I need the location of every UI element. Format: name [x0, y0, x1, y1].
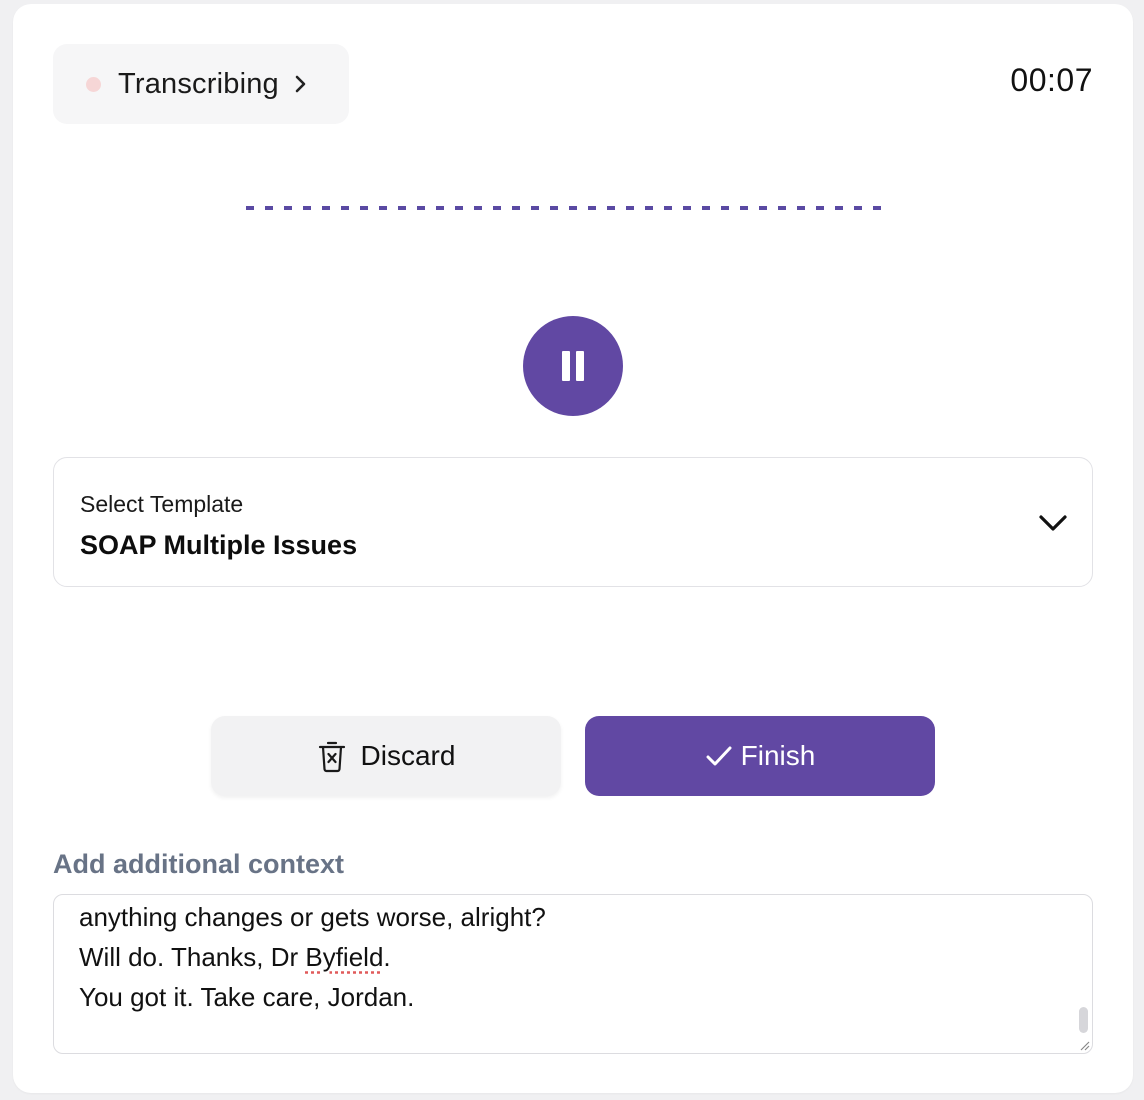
recording-card: Transcribing 00:07 Select Template SOAP …	[13, 4, 1133, 1093]
context-text: anything changes or gets worse, alright?…	[79, 897, 546, 1017]
resize-handle-icon[interactable]	[1075, 1036, 1091, 1052]
textarea-scrollbar[interactable]	[1079, 1007, 1088, 1033]
context-line: You got it. Take care, Jordan.	[79, 982, 415, 1012]
additional-context-textarea[interactable]: anything changes or gets worse, alright?…	[53, 894, 1093, 1054]
discard-button[interactable]: Discard	[211, 716, 561, 796]
audio-waveform	[246, 206, 884, 210]
transcribing-status-button[interactable]: Transcribing	[53, 44, 349, 124]
pause-icon	[562, 351, 570, 381]
misspelled-word: Byfield	[305, 942, 384, 972]
additional-context-label: Add additional context	[53, 849, 345, 879]
check-icon	[705, 744, 733, 768]
chevron-right-icon	[294, 74, 308, 94]
context-line: anything changes or gets worse, alright?	[79, 902, 546, 932]
finish-button[interactable]: Finish	[585, 716, 935, 796]
discard-label: Discard	[360, 740, 456, 771]
recording-timer: 00:07	[1010, 62, 1093, 98]
pause-icon-bar	[576, 351, 584, 381]
finish-label: Finish	[740, 740, 816, 771]
template-select[interactable]: Select Template SOAP Multiple Issues	[53, 457, 1093, 587]
chevron-down-icon	[1038, 513, 1068, 538]
pause-button[interactable]	[523, 316, 623, 416]
status-label: Transcribing	[118, 67, 279, 100]
trash-icon	[317, 739, 347, 773]
context-line: Will do. Thanks, Dr Byfield.	[79, 937, 546, 977]
context-line-end: .	[383, 942, 391, 972]
context-line-text: Will do. Thanks, Dr	[79, 942, 306, 972]
record-dot-icon	[86, 76, 101, 92]
template-select-value: SOAP Multiple Issues	[80, 530, 358, 560]
template-select-label: Select Template	[80, 491, 244, 517]
